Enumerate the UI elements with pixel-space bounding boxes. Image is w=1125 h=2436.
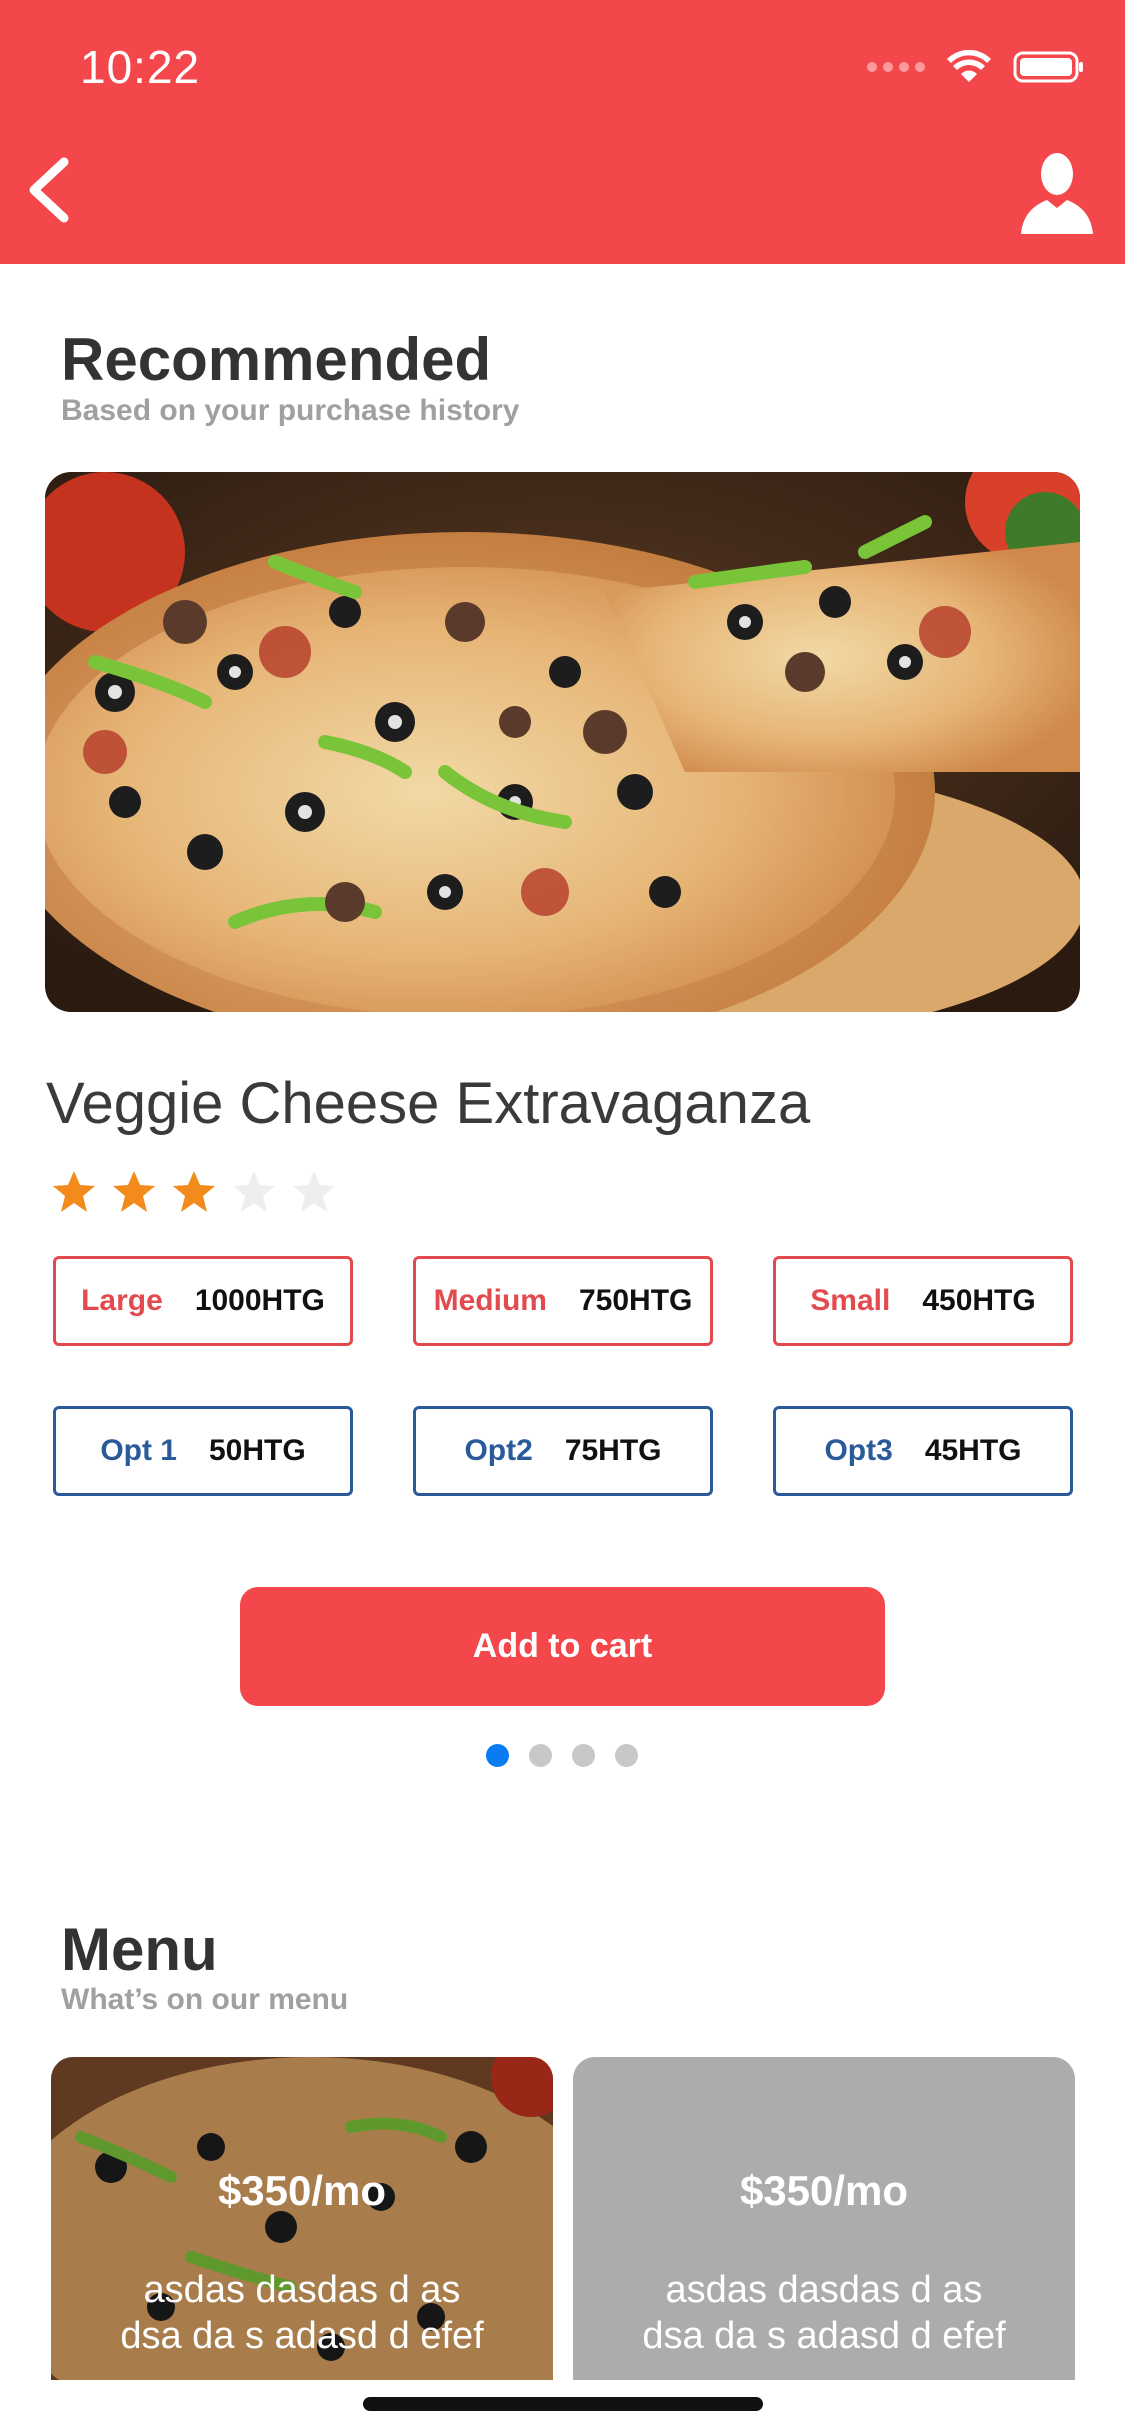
status-time: 10:22 [80,41,201,93]
star-filled-icon [113,1171,155,1212]
star-empty-icon [293,1171,335,1212]
user-icon [1021,153,1093,234]
size-medium-button[interactable]: Medium 750HTG [413,1256,713,1346]
option-3-button[interactable]: Opt3 45HTG [773,1406,1073,1496]
option-label: Opt 1 [100,1434,177,1467]
rating-stars [50,1168,338,1216]
battery-icon [1013,51,1083,83]
option-price: 45HTG [924,1434,1022,1467]
star-filled-icon [53,1171,95,1212]
size-price: 1000HTG [194,1284,325,1317]
menu-card[interactable]: $350/mo asdas dasdas d as dsa da s adasd… [573,2057,1075,2380]
card-price: $350/mo [739,2167,909,2214]
option-price: 75HTG [564,1434,662,1467]
status-icons [867,50,1085,84]
profile-button[interactable] [1017,150,1097,234]
card-description: asdas dasdas d as dsa da s adasd d efef [642,2269,1006,2357]
product-name: Veggie Cheese Extravaganza [46,1071,811,1136]
option-price: 50HTG [208,1434,306,1467]
card-price: $350/mo [217,2167,387,2214]
size-label: Large [81,1284,163,1317]
chevron-left-icon [29,157,69,223]
recommended-subtitle: Based on your purchase history [61,394,520,427]
option-label: Opt3 [824,1434,893,1467]
star-filled-icon [173,1171,215,1212]
menu-title: Menu [61,1916,218,1983]
app-header: 10:22 [0,0,1125,264]
carousel-pagination [486,1744,638,1767]
menu-subtitle: What’s on our menu [61,1983,349,2016]
home-indicator[interactable] [363,2397,763,2411]
card-description: asdas dasdas d as dsa da s adasd d efef [120,2269,484,2357]
option-2-button[interactable]: Opt2 75HTG [413,1406,713,1496]
page-dot-4[interactable] [615,1744,638,1767]
back-button[interactable] [22,150,82,230]
page-dot-2[interactable] [529,1744,552,1767]
star-empty-icon [233,1171,275,1212]
signal-icon [867,62,925,72]
menu-card[interactable]: $350/mo asdas dasdas d as dsa da s adasd… [51,2057,553,2380]
option-label: Opt2 [464,1434,533,1467]
size-large-button[interactable]: Large 1000HTG [53,1256,353,1346]
size-label: Small [810,1284,891,1317]
wifi-icon [947,50,991,82]
pizza-image [45,472,1080,1012]
recommended-title: Recommended [61,326,492,393]
product-image [45,472,1080,1012]
add-to-cart-button[interactable]: Add to cart [240,1587,885,1706]
page-dot-1[interactable] [486,1744,509,1767]
size-price: 750HTG [578,1284,693,1317]
size-small-button[interactable]: Small 450HTG [773,1256,1073,1346]
option-1-button[interactable]: Opt 1 50HTG [53,1406,353,1496]
size-label: Medium [433,1284,547,1317]
size-price: 450HTG [922,1284,1036,1317]
page-dot-3[interactable] [572,1744,595,1767]
